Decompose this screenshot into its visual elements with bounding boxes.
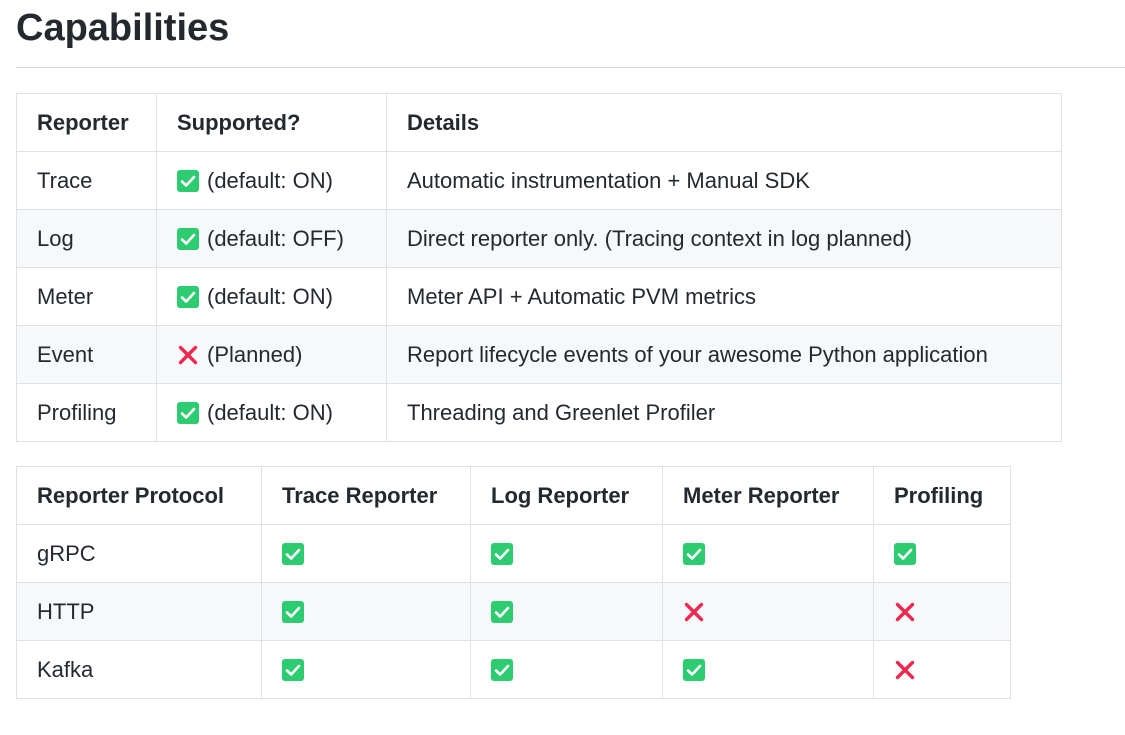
page: Capabilities Reporter Supported? Details… xyxy=(0,0,1125,735)
cell-reporter: Trace xyxy=(16,151,157,210)
check-icon xyxy=(177,169,199,192)
header-meter-reporter: Meter Reporter xyxy=(662,466,874,525)
cell-details: Report lifecycle events of your awesome … xyxy=(386,325,1062,384)
cell-support xyxy=(873,582,1011,641)
cell-support xyxy=(261,640,471,699)
check-icon xyxy=(177,285,199,308)
cell-reporter: Event xyxy=(16,325,157,384)
capabilities-header-row: Reporter Supported? Details xyxy=(16,93,1062,152)
capabilities-table: Reporter Supported? Details Trace (defaul… xyxy=(16,93,1062,442)
header-trace-reporter: Trace Reporter xyxy=(261,466,471,525)
cell-supported: (default: ON) xyxy=(156,383,387,442)
cell-details: Meter API + Automatic PVM metrics xyxy=(386,267,1062,326)
cross-icon xyxy=(894,601,916,623)
cell-support xyxy=(662,640,874,699)
header-reporter: Reporter xyxy=(16,93,157,152)
header-details: Details xyxy=(386,93,1062,152)
cell-reporter: Profiling xyxy=(16,383,157,442)
status-text: (default: OFF) xyxy=(207,225,344,251)
cross-icon xyxy=(683,601,705,623)
status-text: (default: ON) xyxy=(207,283,333,309)
header-supported: Supported? xyxy=(156,93,387,152)
check-icon xyxy=(177,227,199,250)
cell-protocol: Kafka xyxy=(16,640,262,699)
table-row: gRPC xyxy=(16,524,1011,583)
header-log-reporter: Log Reporter xyxy=(470,466,663,525)
page-title: Capabilities xyxy=(16,7,230,49)
check-icon xyxy=(282,658,304,681)
check-icon xyxy=(894,542,916,565)
table-row: Trace (default: ON) Automatic instrumentat… xyxy=(16,151,1062,210)
cell-supported: (default: ON) xyxy=(156,151,387,210)
cell-support xyxy=(470,524,663,583)
cell-support xyxy=(261,582,471,641)
protocols-table: Reporter Protocol Trace Reporter Log Rep… xyxy=(16,466,1011,699)
check-icon xyxy=(683,658,705,681)
cell-details: Direct reporter only. (Tracing context i… xyxy=(386,209,1062,268)
cell-support xyxy=(470,582,663,641)
status-text: (default: ON) xyxy=(207,167,333,193)
cell-support xyxy=(873,524,1011,583)
cell-support xyxy=(261,524,471,583)
check-icon xyxy=(491,658,513,681)
cell-protocol: gRPC xyxy=(16,524,262,583)
check-icon xyxy=(491,600,513,623)
table-row: Meter (default: ON) Meter API + Automatic … xyxy=(16,267,1062,326)
status-text: (Planned) xyxy=(207,341,303,367)
status-text: (default: ON) xyxy=(207,399,333,425)
header-profiling: Profiling xyxy=(873,466,1011,525)
cell-support xyxy=(662,582,874,641)
cross-icon xyxy=(177,344,199,366)
cell-reporter: Meter xyxy=(16,267,157,326)
check-icon xyxy=(177,401,199,424)
check-icon xyxy=(282,600,304,623)
cell-protocol: HTTP xyxy=(16,582,262,641)
cell-details: Threading and Greenlet Profiler xyxy=(386,383,1062,442)
table-row: HTTP xyxy=(16,582,1011,641)
cell-support xyxy=(662,524,874,583)
table-row: Kafka xyxy=(16,640,1011,699)
cell-supported: (Planned) xyxy=(156,325,387,384)
table-row: Log (default: OFF) Direct reporter only. (… xyxy=(16,209,1062,268)
cross-icon xyxy=(894,659,916,681)
table-row: Profiling (default: ON) Threading and Gree… xyxy=(16,383,1062,442)
cell-reporter: Log xyxy=(16,209,157,268)
cell-support xyxy=(873,640,1011,699)
cell-support xyxy=(470,640,663,699)
header-reporter-protocol: Reporter Protocol xyxy=(16,466,262,525)
check-icon xyxy=(491,542,513,565)
check-icon xyxy=(683,542,705,565)
cell-supported: (default: OFF) xyxy=(156,209,387,268)
table-row: Event (Planned) Report lifecycle events of… xyxy=(16,325,1062,384)
cell-supported: (default: ON) xyxy=(156,267,387,326)
cell-details: Automatic instrumentation + Manual SDK xyxy=(386,151,1062,210)
check-icon xyxy=(282,542,304,565)
title-divider xyxy=(16,67,1125,68)
protocols-header-row: Reporter Protocol Trace Reporter Log Rep… xyxy=(16,466,1011,525)
